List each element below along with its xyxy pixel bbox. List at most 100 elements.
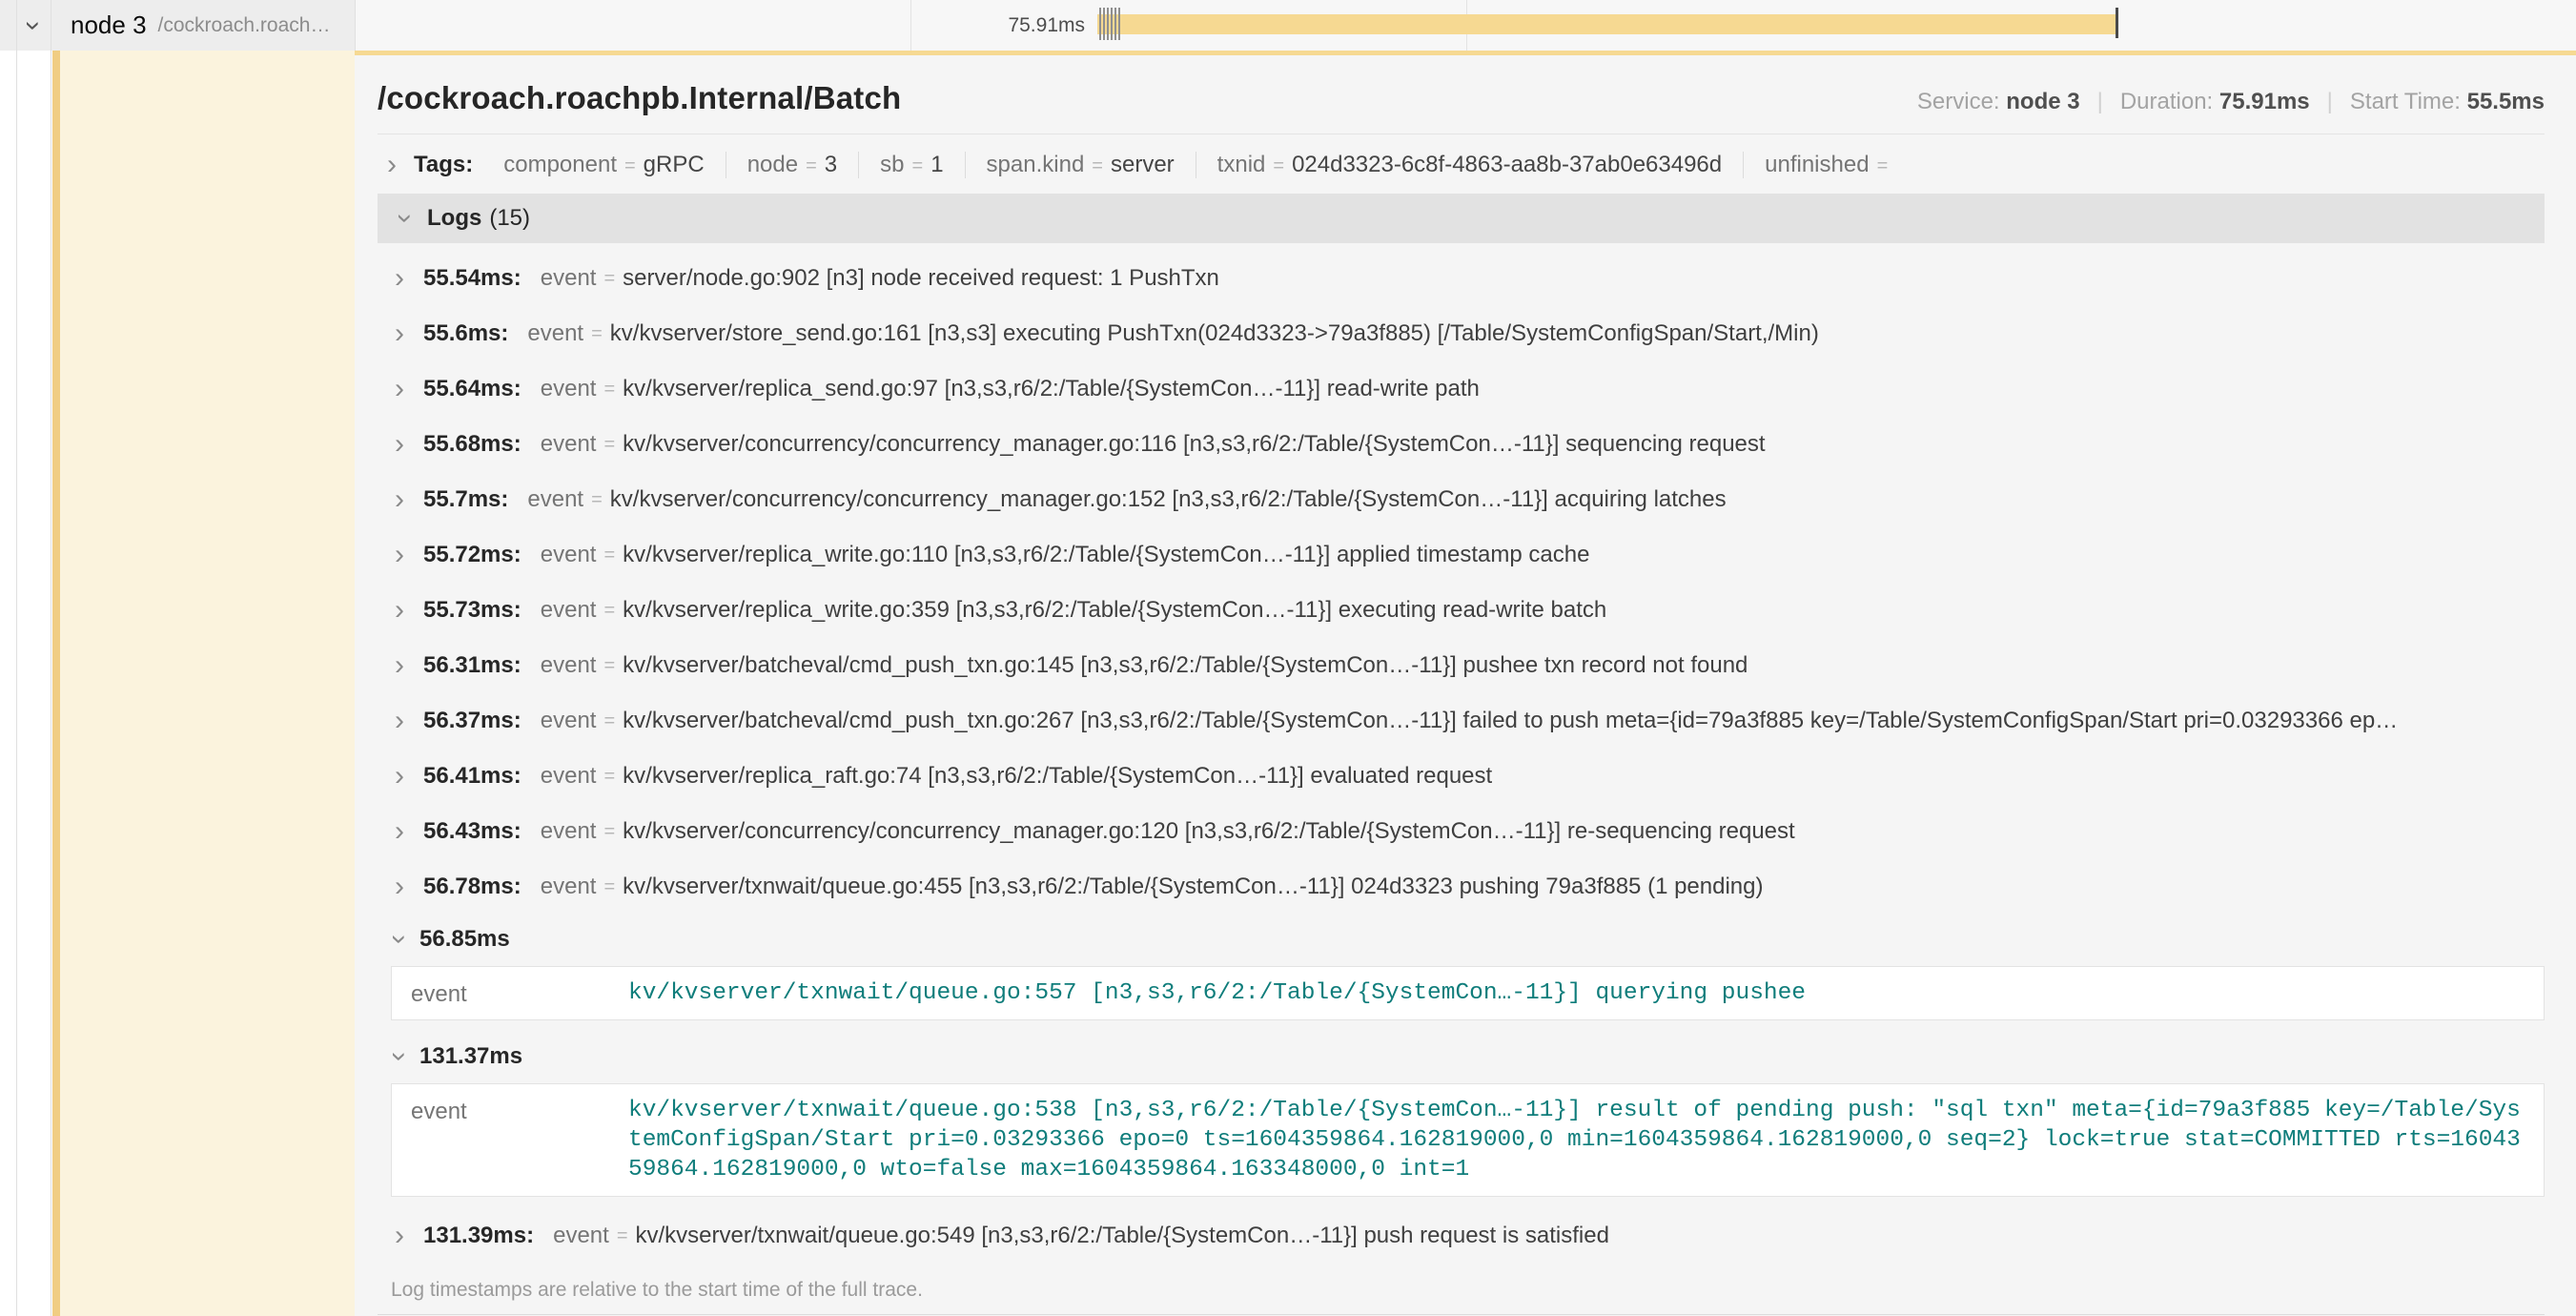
log-row[interactable]: › 55.64ms: event = kv/kvserver/replica_s… <box>378 361 2545 417</box>
tag-item: txnid=024d3323-6c8f-4863-aa8b-37ab0e6349… <box>1196 152 1743 178</box>
chevron-right-icon[interactable]: › <box>383 151 400 179</box>
equals-sign: = <box>603 268 615 290</box>
span-service-name: node 3 <box>71 10 147 40</box>
chevron-down-icon[interactable]: › <box>19 17 48 34</box>
log-row[interactable]: › 55.68ms: event = kv/kvserver/concurren… <box>378 417 2545 472</box>
selected-span-tint <box>52 51 355 1316</box>
chevron-right-icon[interactable]: › <box>391 541 408 569</box>
log-message: kv/kvserver/batcheval/cmd_push_txn.go:26… <box>623 708 2398 734</box>
log-row[interactable]: › 55.54ms: event = server/node.go:902 [n… <box>378 251 2545 306</box>
equals-sign: = <box>591 489 603 511</box>
log-row[interactable]: › 55.72ms: event = kv/kvserver/replica_w… <box>378 527 2545 583</box>
span-meta: Service: node 3|Duration: 75.91ms|Start … <box>1917 89 2545 115</box>
equals-sign: = <box>603 379 615 401</box>
chevron-right-icon[interactable]: › <box>391 707 408 735</box>
equals-sign: = <box>603 766 615 788</box>
duration-label: Duration: <box>2120 89 2213 114</box>
log-row-expanded-header[interactable]: › 131.37ms <box>378 1032 2545 1081</box>
tag-value: server <box>1111 152 1175 177</box>
tags-row[interactable]: › Tags: component=gRPC node=3 sb=1 span.… <box>378 134 2545 194</box>
chevron-down-icon[interactable]: › <box>385 931 414 948</box>
equals-sign: = <box>617 1225 628 1247</box>
log-message: kv/kvserver/replica_write.go:359 [n3,s3,… <box>623 597 1606 624</box>
log-timestamp: 56.85ms <box>419 926 510 953</box>
chevron-down-icon[interactable]: › <box>391 210 419 227</box>
log-key: event <box>527 486 583 513</box>
tag-item: sb=1 <box>858 152 964 178</box>
chevron-right-icon[interactable]: › <box>391 430 408 459</box>
chevron-right-icon[interactable]: › <box>391 762 408 791</box>
tag-item: node=3 <box>726 152 858 178</box>
chevron-right-icon[interactable]: › <box>391 264 408 293</box>
log-marker-tick-icon <box>1114 8 1116 40</box>
log-row[interactable]: › 131.39ms: event = kv/kvserver/txnwait/… <box>378 1208 2545 1264</box>
tag-value: 024d3323-6c8f-4863-aa8b-37ab0e63496d <box>1292 152 1722 177</box>
tag-value: 1 <box>930 152 943 177</box>
log-timestamp: 55.6ms: <box>423 320 508 347</box>
log-timestamp: 131.39ms: <box>423 1223 534 1249</box>
chevron-right-icon[interactable]: › <box>391 873 408 901</box>
log-message: server/node.go:902 [n3] node received re… <box>623 265 1219 292</box>
log-message: kv/kvserver/store_send.go:161 [n3,s3] ex… <box>610 320 1819 347</box>
log-key: event <box>541 265 597 292</box>
equals-sign: = <box>603 434 615 456</box>
logs-footer-note: Log timestamps are relative to the start… <box>391 1279 2545 1302</box>
log-timestamp: 56.78ms: <box>423 874 521 900</box>
log-marker-tick-icon <box>1107 8 1109 40</box>
equals-sign: = <box>1877 155 1889 176</box>
span-duration-bar[interactable] <box>1097 14 2116 34</box>
chevron-down-icon[interactable]: › <box>385 1048 414 1065</box>
log-row[interactable]: › 56.43ms: event = kv/kvserver/concurren… <box>378 804 2545 859</box>
equals-sign: = <box>1273 155 1284 176</box>
chevron-right-icon[interactable]: › <box>391 817 408 846</box>
log-timestamp: 131.37ms <box>419 1043 522 1070</box>
span-title: /cockroach.roachpb.Internal/Batch <box>378 80 901 116</box>
log-key: event <box>541 376 597 402</box>
span-name-cell[interactable]: › node 3 /cockroach.roach… <box>0 0 355 51</box>
tag-item: unfinished= <box>1743 152 1916 178</box>
logs-header-bar[interactable]: › Logs (15) <box>378 194 2545 243</box>
log-key: event <box>541 874 597 900</box>
equals-sign: = <box>603 655 615 677</box>
span-operation-name: /cockroach.roach… <box>158 14 331 37</box>
log-row-expanded-header[interactable]: › 56.85ms <box>378 915 2545 964</box>
chevron-right-icon[interactable]: › <box>391 596 408 625</box>
log-message: kv/kvserver/concurrency/concurrency_mana… <box>623 431 1765 458</box>
log-row[interactable]: › 56.31ms: event = kv/kvserver/batcheval… <box>378 638 2545 693</box>
chevron-right-icon[interactable]: › <box>391 651 408 680</box>
log-key: event <box>527 320 583 347</box>
log-key: event <box>411 978 628 1008</box>
log-row[interactable]: › 55.73ms: event = kv/kvserver/replica_w… <box>378 583 2545 638</box>
bottom-divider <box>378 1314 2545 1315</box>
tags-list: component=gRPC node=3 sb=1 span.kind=ser… <box>482 152 1916 178</box>
equals-sign: = <box>1092 155 1103 176</box>
log-timestamp: 56.41ms: <box>423 763 521 790</box>
log-timestamp: 56.31ms: <box>423 652 521 679</box>
log-row[interactable]: › 56.41ms: event = kv/kvserver/replica_r… <box>378 749 2545 804</box>
equals-sign: = <box>624 155 636 176</box>
log-message: kv/kvserver/replica_raft.go:74 [n3,s3,r6… <box>623 763 1492 790</box>
service-label: Service: <box>1917 89 2000 114</box>
chevron-right-icon[interactable]: › <box>391 375 408 403</box>
log-row[interactable]: › 56.78ms: event = kv/kvserver/txnwait/q… <box>378 859 2545 915</box>
chevron-right-icon[interactable]: › <box>391 1222 408 1250</box>
log-message: kv/kvserver/txnwait/queue.go:549 [n3,s3,… <box>636 1223 1609 1249</box>
equals-sign: = <box>912 155 924 176</box>
span-detail-panel: /cockroach.roachpb.Internal/Batch Servic… <box>355 51 2576 1316</box>
log-row[interactable]: › 55.6ms: event = kv/kvserver/store_send… <box>378 306 2545 361</box>
chevron-right-icon[interactable]: › <box>391 319 408 348</box>
log-marker-tick-icon <box>1118 8 1120 40</box>
tags-label: Tags: <box>414 152 473 178</box>
tag-key: node <box>747 152 798 177</box>
log-message: kv/kvserver/concurrency/concurrency_mana… <box>610 486 1727 513</box>
log-row[interactable]: › 55.7ms: event = kv/kvserver/concurrenc… <box>378 472 2545 527</box>
log-marker-tick-icon <box>1103 8 1105 40</box>
equals-sign: = <box>806 155 817 176</box>
log-key: event <box>541 763 597 790</box>
chevron-right-icon[interactable]: › <box>391 485 408 514</box>
tag-key: component <box>503 152 617 177</box>
equals-sign: = <box>603 600 615 622</box>
log-key: event <box>541 542 597 568</box>
log-row[interactable]: › 56.37ms: event = kv/kvserver/batcheval… <box>378 693 2545 749</box>
log-key: event <box>541 597 597 624</box>
